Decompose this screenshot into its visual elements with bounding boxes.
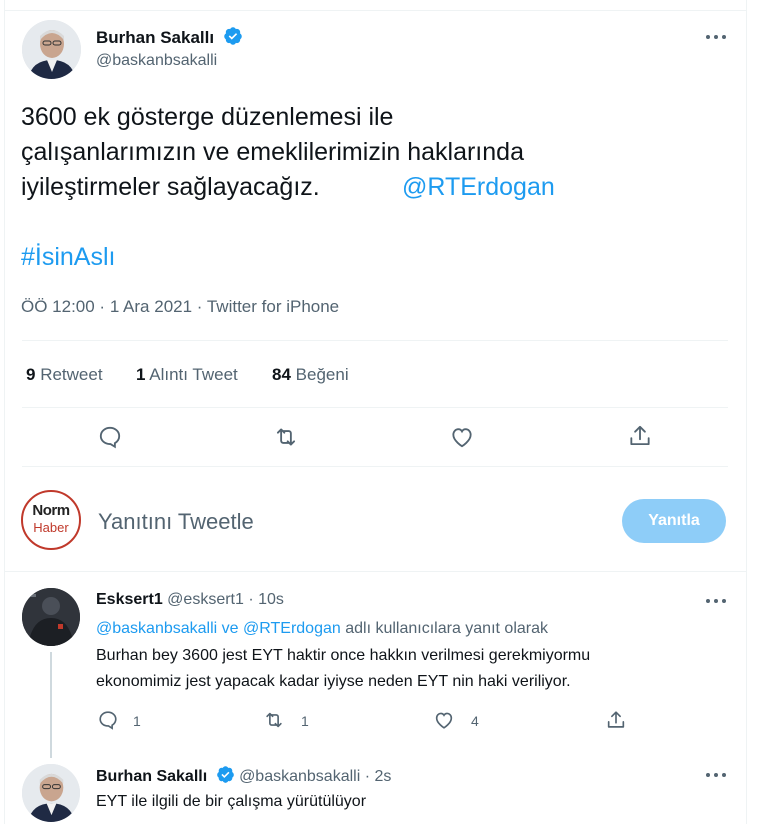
divider (22, 466, 728, 467)
reply-text-line: EYT ile ilgili de bir çalışma yürütülüyo… (96, 793, 367, 810)
reply-author-handle[interactable]: @esksert1 (167, 591, 244, 608)
verified-badge-icon (216, 766, 234, 783)
more-options-icon[interactable] (706, 771, 730, 779)
replying-to-mentions[interactable]: @baskanbsakalli ve @RTErdogan (96, 620, 341, 637)
reply-author-name[interactable]: Esksert1 (96, 591, 163, 608)
tweet-timestamp[interactable]: ÖÖ 12:00 · 1 Ara 2021 · Twitter for iPho… (21, 297, 339, 317)
person-photo-icon (22, 20, 81, 79)
divider (22, 340, 728, 341)
like-stat[interactable]: 84 Beğeni (272, 365, 349, 385)
logo-text-top: Norm (32, 502, 70, 519)
reply-author-avatar[interactable] (22, 588, 80, 646)
replying-to: @baskanbsakalli ve @RTErdogan adlı kulla… (96, 620, 548, 638)
hashtag-link[interactable]: #İsinAslı (21, 240, 115, 275)
retweet-count: 1 (301, 713, 309, 729)
reply-count: 1 (133, 713, 141, 729)
divider (4, 571, 747, 572)
tweet-text-line: iyileştirmeler sağlayacağız. (21, 173, 320, 201)
more-options-icon[interactable] (706, 597, 730, 605)
like-count: 84 (272, 365, 291, 384)
thread-connector (50, 652, 52, 758)
divider (4, 10, 747, 11)
person-photo-icon (22, 588, 80, 646)
retweet-icon[interactable] (272, 424, 300, 450)
author-handle[interactable]: @baskanbsakalli (96, 52, 217, 70)
verified-badge-icon (224, 27, 242, 45)
quote-label: Alıntı Tweet (149, 365, 238, 384)
author-name-text: Burhan Sakallı (96, 28, 215, 47)
reply-author-handle[interactable]: @baskanbsakalli (239, 768, 360, 785)
quote-stat[interactable]: 1 Alıntı Tweet (136, 365, 238, 385)
reply-text-line: Burhan bey 3600 jest EYT haktir once hak… (96, 647, 591, 664)
mention-link[interactable]: @RTErdogan (402, 170, 555, 205)
author-avatar[interactable] (22, 20, 81, 79)
replying-to-suffix: adlı kullanıcılara yanıt olarak (345, 620, 548, 637)
retweet-stat[interactable]: 9 Retweet (26, 365, 103, 385)
heart-icon[interactable] (449, 424, 475, 450)
divider (22, 407, 728, 408)
retweet-count: 9 (26, 365, 36, 384)
reply-text-line: ekonomimiz jest yapacak kadar iyiyse ned… (96, 673, 571, 690)
reply-header: Burhan Sakallı @baskanbsakalli · 2s (96, 765, 391, 786)
reply-icon[interactable] (97, 709, 119, 731)
more-options-icon[interactable] (706, 33, 730, 41)
reply-header: Esksert1 @esksert1 · 10s (96, 591, 284, 609)
retweet-icon[interactable] (262, 709, 286, 731)
reply-submit-button[interactable]: Yanıtla (622, 499, 726, 543)
reply-icon[interactable] (97, 424, 123, 450)
quote-count: 1 (136, 365, 146, 384)
like-count: 4 (471, 713, 479, 729)
person-photo-icon (22, 764, 80, 822)
tweet-text-line: çalışanlarımızın ve emeklilerimizin hakl… (21, 138, 524, 166)
heart-icon[interactable] (433, 709, 455, 731)
reply-time[interactable]: · 2s (365, 768, 392, 785)
tweet-text-line: 3600 ek gösterge düzenlemesi ile (21, 103, 394, 131)
reply-author-avatar[interactable] (22, 764, 80, 822)
reply-author-name[interactable]: Burhan Sakallı (96, 768, 207, 785)
account-avatar[interactable]: Norm Haber (21, 490, 81, 550)
share-icon[interactable] (605, 709, 627, 731)
logo-text-bottom: Haber (33, 520, 69, 535)
reply-time[interactable]: · 10s (248, 591, 284, 608)
reply-input[interactable]: Yanıtını Tweetle (98, 509, 254, 535)
share-icon[interactable] (627, 423, 653, 449)
like-label: Beğeni (295, 365, 349, 384)
author-name[interactable]: Burhan Sakallı (96, 26, 243, 48)
retweet-label: Retweet (40, 365, 103, 384)
